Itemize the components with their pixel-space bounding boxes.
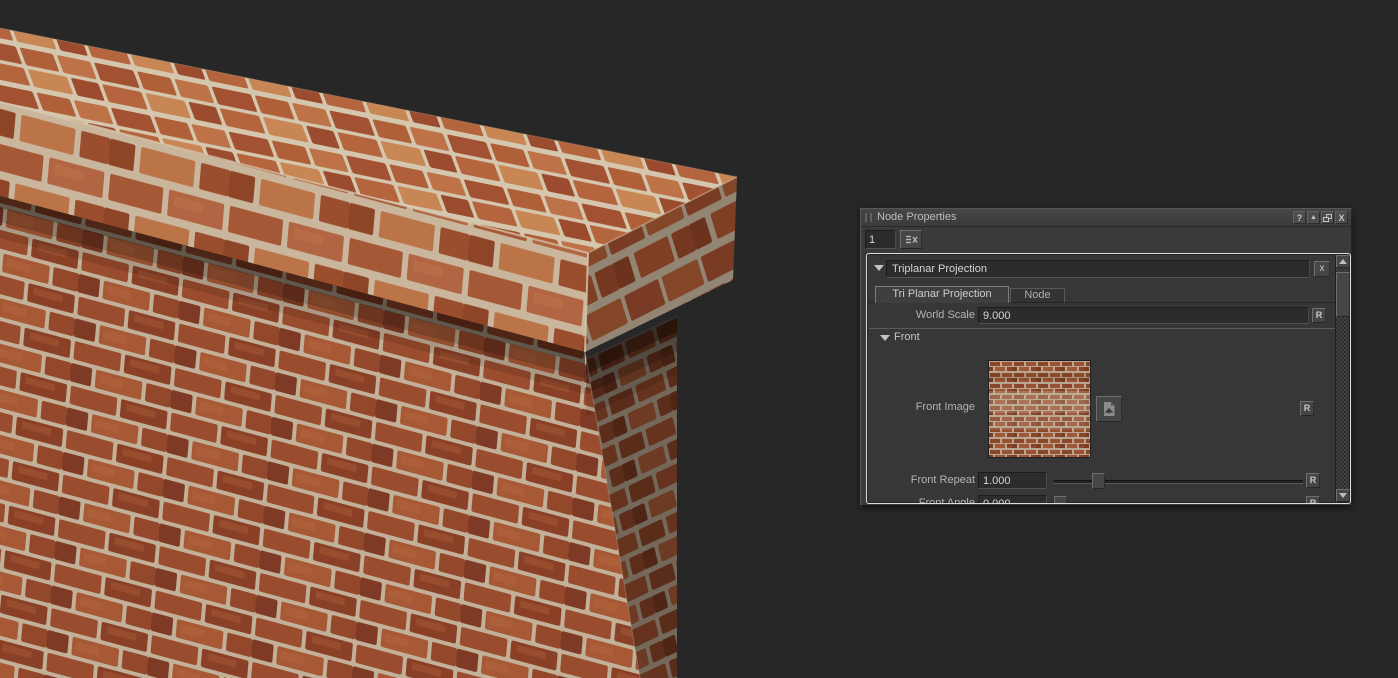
scroll-up-button[interactable] — [1336, 255, 1350, 268]
file-load-icon — [1102, 401, 1116, 417]
world-scale-reset-button[interactable]: R — [1312, 308, 1326, 323]
front-repeat-input[interactable] — [978, 472, 1047, 489]
scroll-up-icon — [1339, 259, 1347, 264]
brick-wall — [0, 28, 737, 678]
front-repeat-slider-thumb[interactable] — [1092, 473, 1105, 489]
world-scale-label: World Scale — [867, 309, 975, 321]
close-icon[interactable]: X — [1335, 211, 1348, 224]
front-angle-input[interactable] — [978, 495, 1047, 504]
scroll-down-icon — [1339, 493, 1347, 498]
remove-node-list-button[interactable] — [900, 230, 922, 249]
panel-title: Node Properties — [877, 211, 957, 223]
front-angle-reset-button[interactable]: R — [1306, 496, 1320, 504]
front-image-thumbnail[interactable] — [988, 360, 1091, 458]
load-image-button[interactable] — [1096, 396, 1122, 422]
tab-tri-planar-projection[interactable]: Tri Planar Projection — [875, 286, 1009, 303]
panel-titlebar[interactable]: Node Properties ? ▲ X — [861, 209, 1351, 227]
scroll-down-button[interactable] — [1336, 489, 1350, 502]
node-name-field[interactable] — [886, 260, 1310, 278]
node-form-area: x Tri Planar Projection Node World Scale… — [866, 253, 1351, 504]
front-angle-slider-thumb[interactable] — [1054, 496, 1067, 504]
node-disclosure-icon[interactable] — [874, 265, 884, 271]
front-repeat-label: Front Repeat — [867, 474, 975, 486]
front-repeat-reset-button[interactable]: R — [1306, 473, 1320, 488]
front-section-label: Front — [894, 331, 920, 343]
front-angle-slider-track[interactable] — [1054, 503, 1303, 504]
scrollbar-thumb[interactable] — [1336, 272, 1350, 317]
node-properties-panel: Node Properties ? ▲ X x — [860, 208, 1352, 506]
front-angle-label: Front Angle — [867, 497, 975, 504]
node-count-input[interactable] — [865, 230, 896, 249]
drag-grip-icon — [865, 213, 872, 222]
remove-node-button[interactable]: x — [1314, 261, 1330, 277]
world-scale-input[interactable] — [978, 307, 1309, 324]
application-window: Node Properties ? ▲ X x — [0, 0, 1398, 678]
tab-node[interactable]: Node — [1010, 288, 1065, 303]
maximize-icon[interactable] — [1321, 211, 1334, 224]
front-image-label: Front Image — [867, 401, 975, 413]
list-delete-icon — [905, 235, 918, 244]
collapse-icon[interactable]: ▲ — [1307, 211, 1320, 224]
front-section-disclosure-icon[interactable] — [880, 335, 890, 341]
section-divider — [869, 328, 1335, 329]
front-image-reset-button[interactable]: R — [1300, 401, 1314, 416]
help-icon[interactable]: ? — [1293, 211, 1306, 224]
form-scrollbar[interactable] — [1335, 255, 1349, 502]
window-buttons: ? ▲ X — [1293, 211, 1348, 224]
